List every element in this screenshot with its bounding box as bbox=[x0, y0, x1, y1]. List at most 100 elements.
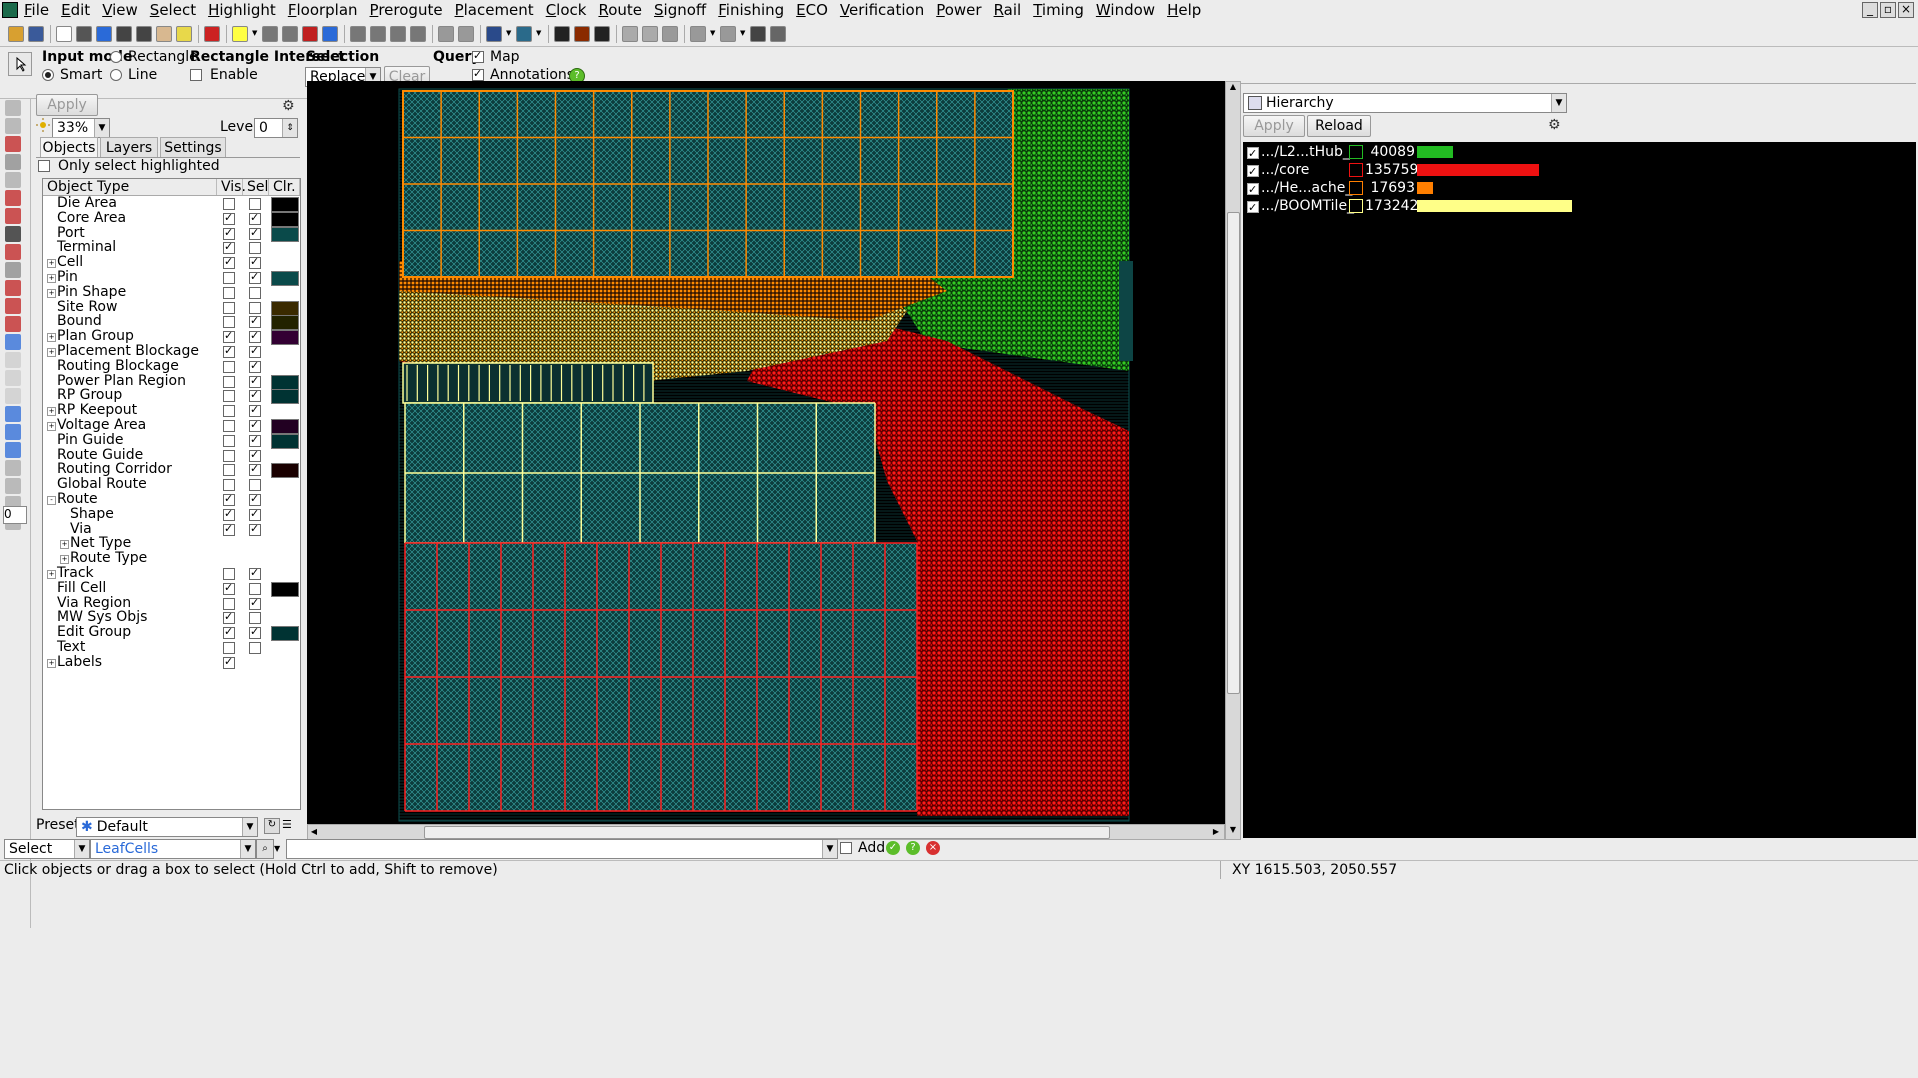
hierarchy-row[interactable]: .../He...ache_1 17693 bbox=[1247, 179, 1907, 199]
via-icon[interactable] bbox=[5, 406, 21, 422]
hierarchy-checkbox[interactable] bbox=[1247, 199, 1259, 217]
rectangle-radio[interactable]: Rectangle bbox=[110, 49, 198, 65]
layer-icon[interactable] bbox=[5, 460, 21, 476]
pan-icon[interactable] bbox=[156, 26, 172, 42]
col-vis[interactable]: Vis. bbox=[217, 179, 246, 195]
menu-clock[interactable]: Clock bbox=[540, 0, 593, 20]
color-swatch[interactable] bbox=[271, 463, 299, 479]
vertical-scrollbar[interactable]: ▲ ▼ bbox=[1225, 81, 1241, 840]
object-row[interactable]: + Route Type bbox=[43, 551, 300, 566]
chevron-down-icon[interactable]: ▼ bbox=[506, 24, 514, 42]
color-swatch[interactable] bbox=[271, 315, 299, 331]
map-checkbox[interactable]: Map bbox=[472, 49, 520, 65]
sel-checkbox[interactable] bbox=[249, 612, 261, 625]
only-highlighted-checkbox[interactable]: Only select highlighted bbox=[38, 158, 220, 174]
object-row[interactable]: + Pin bbox=[43, 270, 300, 286]
object-row[interactable]: Routing Corridor bbox=[43, 462, 300, 479]
pin-icon[interactable] bbox=[5, 262, 21, 278]
vis-checkbox[interactable] bbox=[223, 568, 235, 580]
unlock-icon[interactable] bbox=[5, 118, 21, 134]
object-row[interactable]: Via Region bbox=[43, 595, 300, 611]
vis-checkbox[interactable] bbox=[223, 523, 235, 536]
sel-checkbox[interactable] bbox=[249, 405, 261, 418]
expand-icon[interactable]: + bbox=[47, 288, 56, 298]
object-row[interactable]: + Placement Blockage bbox=[43, 344, 300, 359]
brush-icon[interactable] bbox=[262, 26, 278, 42]
object-row[interactable]: Edit Group bbox=[43, 625, 300, 642]
vis-checkbox[interactable] bbox=[223, 627, 235, 640]
menu-floorplan[interactable]: Floorplan bbox=[282, 0, 364, 20]
color-swatch[interactable] bbox=[271, 626, 299, 642]
menu-signoff[interactable]: Signoff bbox=[648, 0, 712, 20]
vis-checkbox[interactable] bbox=[223, 257, 235, 270]
rotate-icon[interactable] bbox=[5, 208, 21, 224]
color-swatch[interactable] bbox=[271, 300, 299, 316]
pointer-icon[interactable] bbox=[56, 26, 72, 42]
lock-icon[interactable] bbox=[5, 100, 21, 116]
select-mode-combo[interactable]: Select ▼ bbox=[4, 839, 90, 859]
expand-icon[interactable]: + bbox=[47, 333, 56, 343]
vis-checkbox[interactable] bbox=[223, 642, 235, 654]
menu-file[interactable]: File bbox=[18, 0, 55, 20]
scroll-up-icon[interactable]: ▲ bbox=[1226, 82, 1240, 94]
sel-checkbox[interactable] bbox=[249, 390, 261, 403]
gear-icon[interactable]: ⚙ bbox=[282, 98, 295, 114]
color-swatch[interactable] bbox=[271, 226, 299, 242]
sel-checkbox[interactable] bbox=[249, 508, 261, 521]
menu-rail[interactable]: Rail bbox=[988, 0, 1028, 20]
col-object-type[interactable]: Object Type bbox=[43, 179, 217, 195]
vis-checkbox[interactable] bbox=[223, 301, 235, 314]
vis-checkbox[interactable] bbox=[223, 405, 235, 418]
close-icon[interactable]: × bbox=[1898, 2, 1914, 18]
color-swatch[interactable] bbox=[271, 389, 299, 405]
save-icon[interactable] bbox=[28, 26, 44, 42]
measure-icon[interactable] bbox=[5, 172, 21, 188]
select-box-icon[interactable] bbox=[5, 136, 21, 152]
color-swatch[interactable] bbox=[271, 211, 299, 227]
hierarchy-color-box[interactable] bbox=[1349, 181, 1363, 195]
vis-checkbox[interactable] bbox=[223, 198, 235, 210]
sel-checkbox[interactable] bbox=[249, 494, 261, 506]
object-row[interactable]: + Pin Shape bbox=[43, 284, 300, 300]
delete-icon[interactable] bbox=[5, 226, 21, 242]
zoom-1-icon[interactable] bbox=[370, 26, 386, 42]
vis-checkbox[interactable] bbox=[223, 597, 235, 610]
menu-route[interactable]: Route bbox=[592, 0, 648, 20]
sel-checkbox[interactable] bbox=[249, 242, 261, 255]
object-row[interactable]: Bound bbox=[43, 314, 300, 331]
sel-checkbox[interactable] bbox=[249, 257, 261, 270]
object-row[interactable]: + Plan Group bbox=[43, 329, 300, 346]
vis-checkbox[interactable] bbox=[223, 316, 235, 329]
object-row[interactable]: Shape bbox=[43, 506, 300, 522]
preset-menu-icon[interactable]: ☰ bbox=[282, 818, 296, 832]
blank-icon[interactable] bbox=[5, 388, 21, 404]
color-swatch[interactable] bbox=[271, 581, 299, 597]
object-row[interactable]: Global Route bbox=[43, 477, 300, 492]
select-arrow-icon[interactable] bbox=[8, 52, 32, 76]
minimize-icon[interactable]: _ bbox=[1862, 2, 1878, 18]
cancel-icon[interactable]: × bbox=[926, 841, 940, 855]
tab-objects[interactable]: Objects bbox=[40, 137, 98, 158]
menu-view[interactable]: View bbox=[96, 0, 144, 20]
sel-checkbox[interactable] bbox=[249, 227, 261, 240]
vis-checkbox[interactable] bbox=[223, 420, 235, 432]
sel-checkbox[interactable] bbox=[249, 272, 261, 284]
expand-icon[interactable]: + bbox=[60, 555, 69, 565]
chip2-icon[interactable] bbox=[574, 26, 590, 42]
line-radio[interactable]: Line bbox=[110, 67, 157, 83]
object-row[interactable]: Fill Cell bbox=[43, 580, 300, 597]
vis-checkbox[interactable] bbox=[223, 479, 235, 492]
help-icon[interactable]: ? bbox=[906, 841, 920, 855]
color-swatch[interactable] bbox=[271, 197, 299, 212]
vis-checkbox[interactable] bbox=[223, 212, 235, 225]
object-row[interactable]: + Track bbox=[43, 566, 300, 581]
vscroll-thumb[interactable] bbox=[1227, 212, 1240, 694]
up2-icon[interactable] bbox=[642, 26, 658, 42]
color-swatch[interactable] bbox=[271, 419, 299, 434]
vis-checkbox[interactable] bbox=[223, 612, 235, 625]
group-icon[interactable] bbox=[5, 154, 21, 170]
info-icon[interactable] bbox=[96, 26, 112, 42]
sel-checkbox[interactable] bbox=[249, 464, 261, 477]
cell-icon[interactable] bbox=[5, 244, 21, 260]
zoom-2-icon[interactable] bbox=[390, 26, 406, 42]
